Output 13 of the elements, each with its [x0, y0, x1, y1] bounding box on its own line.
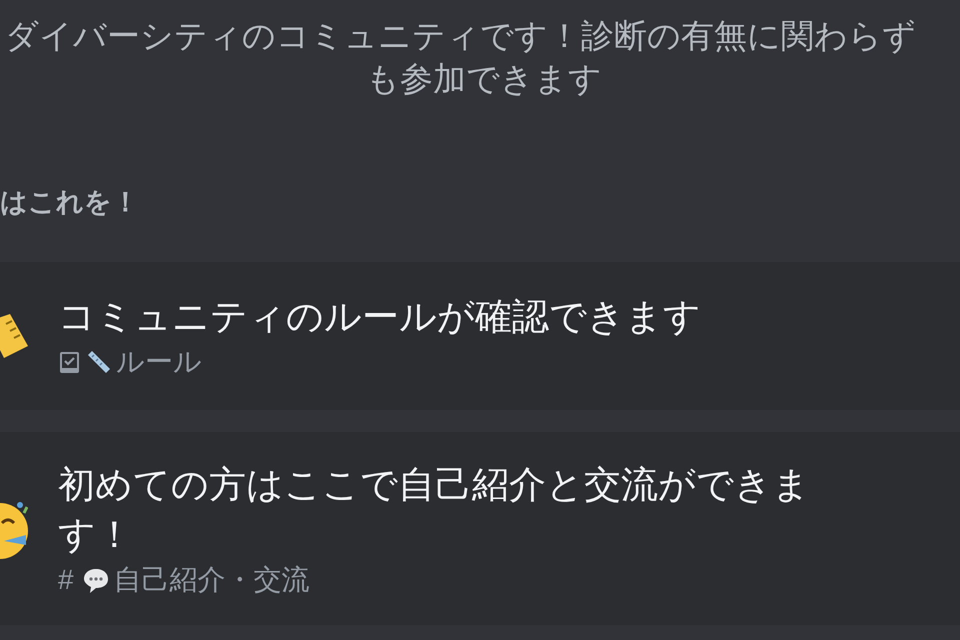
ruler-icon: [0, 312, 28, 360]
channel-card[interactable]: 初めての方はここで自己紹介と交流ができます！ # 自己紹介・交流: [0, 432, 960, 625]
description-text: ダイバーシティのコミュニティです！診断の有無に関わらず: [4, 16, 916, 56]
card-title: 初めての方はここで自己紹介と交流ができます！: [58, 462, 811, 556]
section-heading: はこれを！: [0, 186, 139, 219]
description-text: も参加できます: [366, 59, 602, 99]
ruler-icon: [86, 349, 112, 375]
rules-channel-icon: [58, 349, 82, 375]
card-title: コミュニティのルールが確認できます: [58, 295, 702, 339]
channel-name[interactable]: ルール: [116, 344, 202, 380]
hash-symbol: #: [58, 562, 74, 596]
channel-card[interactable]: コミュニティのルールが確認できます ルール: [0, 262, 960, 410]
channel-name[interactable]: 自己紹介・交流: [114, 562, 310, 598]
